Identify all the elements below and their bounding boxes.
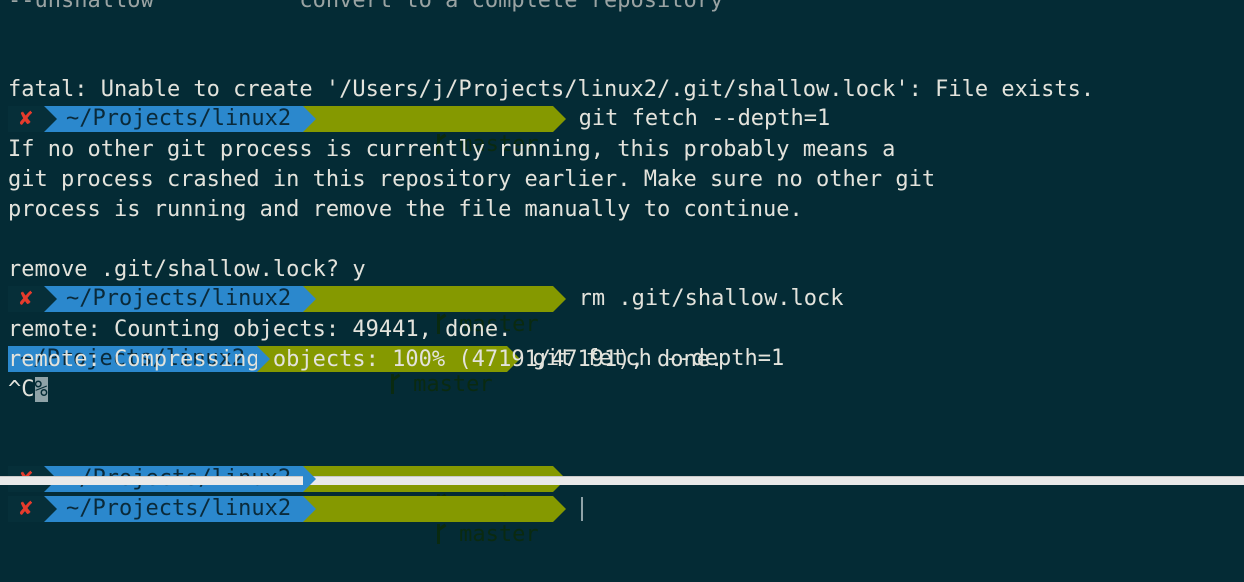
interrupt-text: ^C (8, 377, 35, 402)
output-line: ^C% (8, 375, 48, 405)
output-line: remote: Compressing objects: 100% (47191… (8, 347, 724, 372)
error-status-icon: ✘ (8, 496, 44, 522)
prompt-directory: ~/Projects/linux2 (44, 496, 317, 522)
output-line: fatal: Unable to create '/Users/j/Projec… (8, 77, 1095, 102)
git-branch-icon (389, 373, 403, 394)
output-line: remove .git/shallow.lock? y (8, 257, 366, 282)
output-line: If no other git process is currently run… (8, 137, 896, 162)
git-branch-icon (435, 523, 449, 544)
no-newline-marker: % (34, 377, 48, 402)
prompt-git-branch: master (303, 106, 567, 157)
branch-name: master (459, 522, 539, 547)
command-text: git fetch --depth=1 (578, 106, 831, 131)
prompt-line: ✘ ~/Projects/linux2 master git fetch --d… (8, 44, 830, 157)
terminal-window[interactable]: --unshallow convert to a complete reposi… (0, 0, 1244, 547)
output-line: process is running and remove the file m… (8, 197, 803, 222)
branch-name: master (413, 372, 493, 397)
active-prompt-line[interactable]: ✘ ~/Projects/linux2 master (8, 434, 583, 547)
output-line: remote: Counting objects: 49441, done. (8, 317, 512, 342)
error-status-icon: ✘ (8, 106, 44, 132)
previous-output-line: --unshallow convert to a complete reposi… (8, 0, 724, 13)
prompt-line: ✘ ~/Projects/linux2 master (8, 404, 567, 517)
text-cursor (580, 497, 583, 521)
prompt-line: ~/Projects/linux2 master git fetch --dep… (8, 284, 784, 397)
prompt-git-branch: master (303, 496, 567, 547)
prompt-line: ✘ ~/Projects/linux2 master rm .git/shall… (8, 224, 844, 337)
command-input[interactable] (579, 494, 583, 524)
output-line: git process crashed in this repository e… (8, 167, 936, 192)
prompt-directory: ~/Projects/linux2 (44, 106, 317, 132)
